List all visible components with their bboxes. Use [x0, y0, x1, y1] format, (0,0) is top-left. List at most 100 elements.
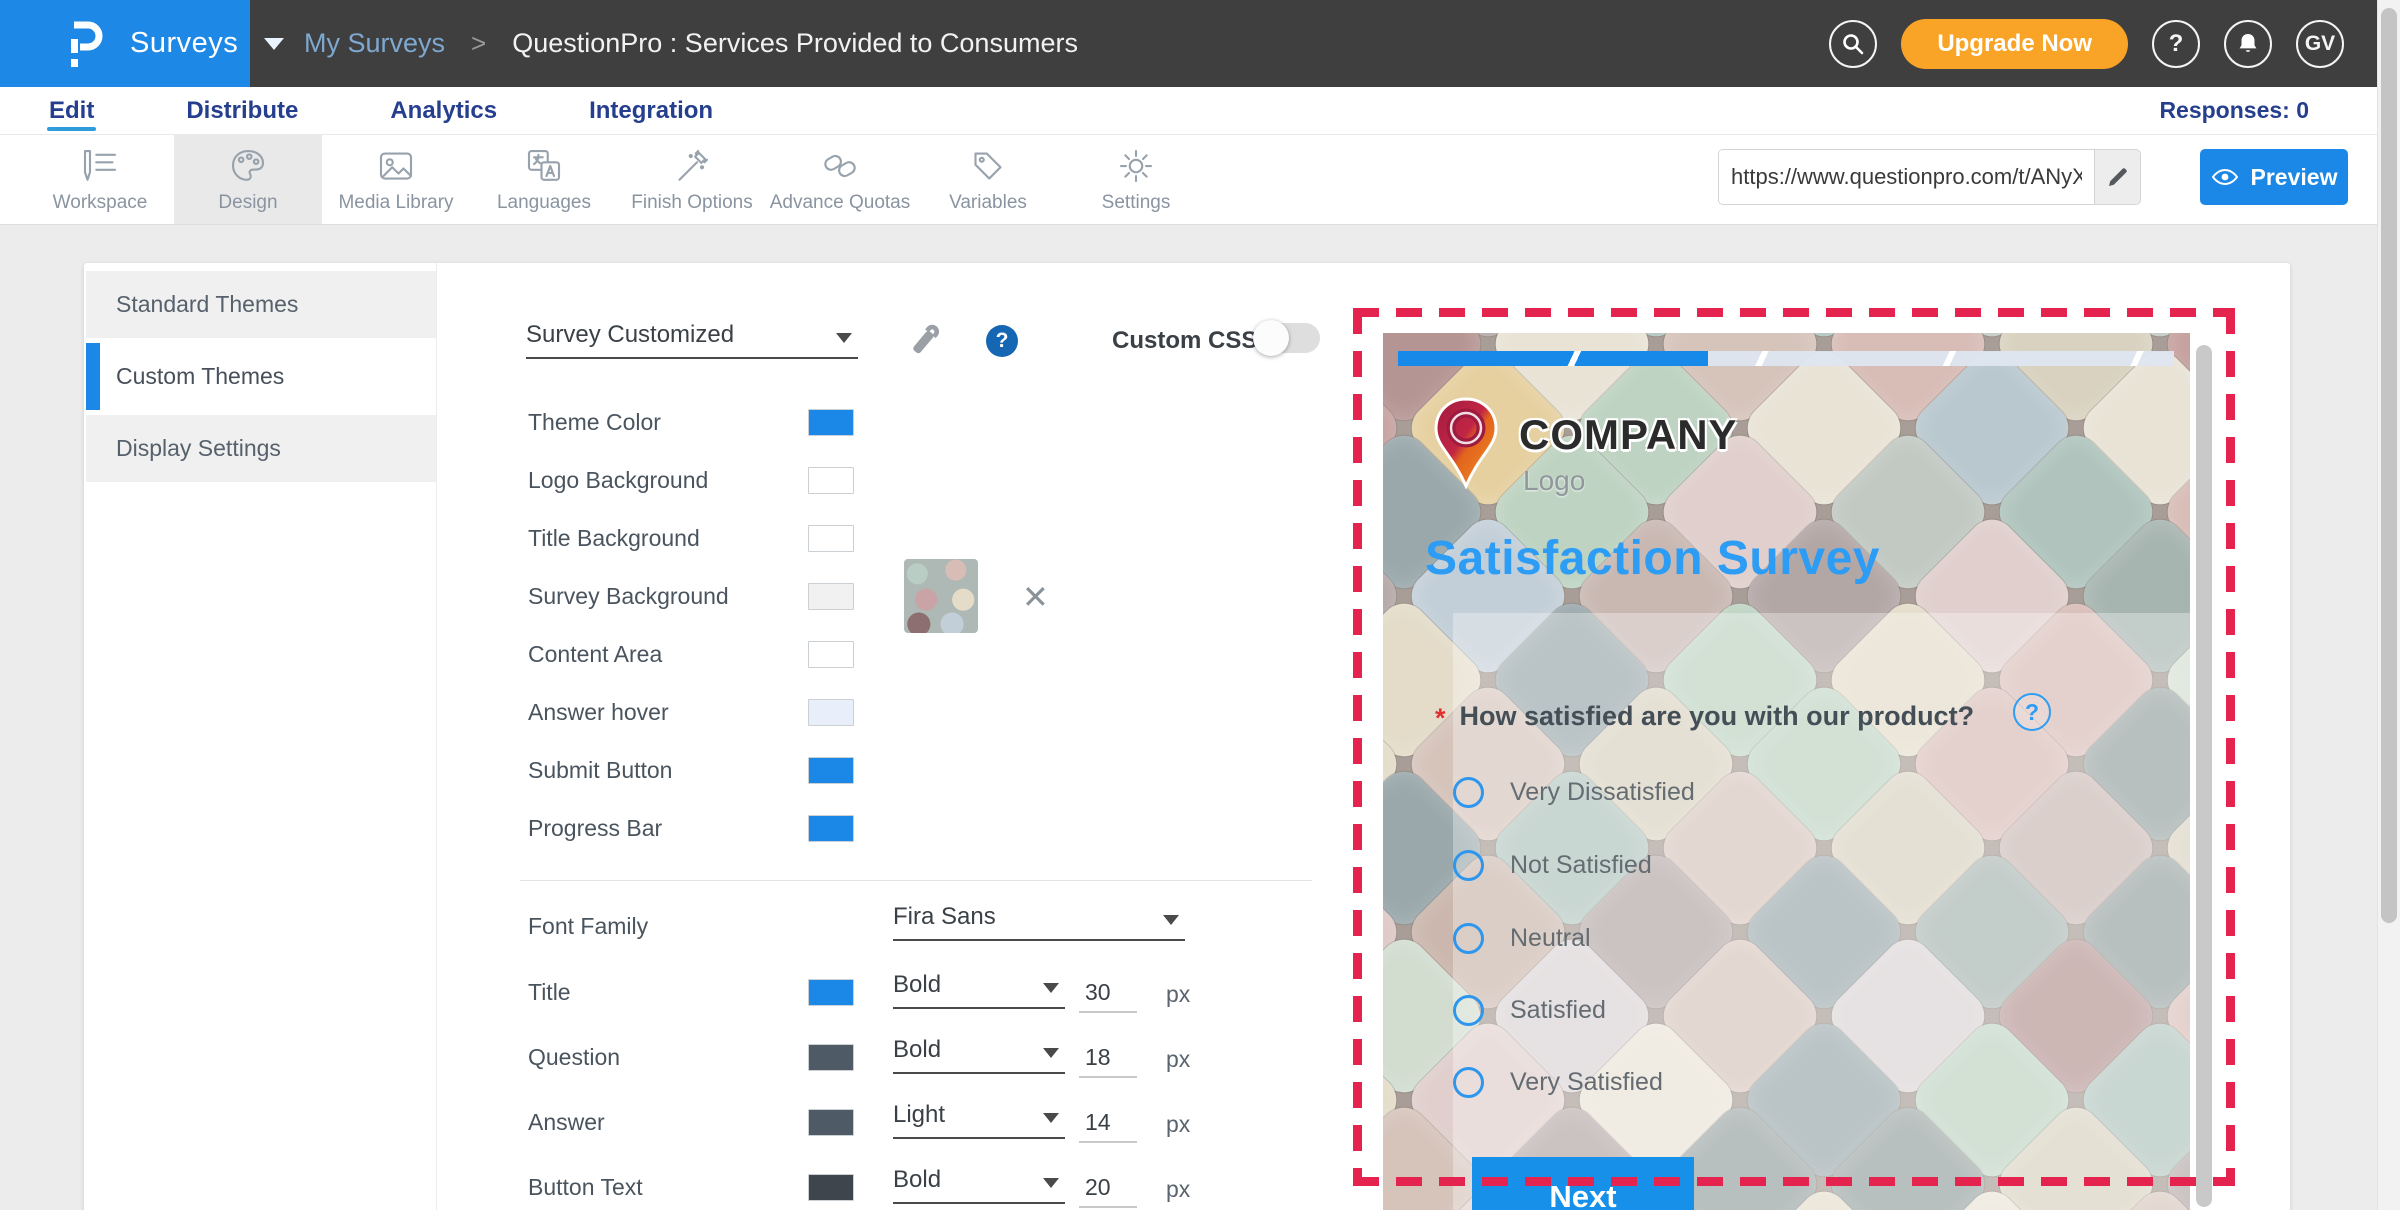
tool-finish-options[interactable]: Finish Options [618, 135, 766, 224]
font-row-title: Title Bold px [84, 963, 1324, 1028]
remove-background-image-icon[interactable]: ✕ [1022, 581, 1049, 613]
row-label: Survey Background [528, 583, 729, 610]
radio-icon[interactable] [1453, 1067, 1484, 1098]
customize-wrench-icon[interactable] [904, 315, 948, 363]
color-row-title-background: Title Background [84, 511, 1324, 569]
option-label: Satisfied [1510, 996, 1606, 1025]
eye-icon [2211, 167, 2239, 187]
tool-settings[interactable]: Settings [1062, 135, 1210, 224]
option-not-satisfied[interactable]: Not Satisfied [1453, 850, 1652, 881]
company-pin-icon [1433, 397, 1499, 489]
font-color-swatch[interactable] [808, 1174, 854, 1201]
preview-button[interactable]: Preview [2200, 149, 2348, 205]
color-swatch[interactable] [808, 699, 854, 726]
font-weight-select[interactable]: Bold [893, 965, 1065, 1009]
radio-icon[interactable] [1453, 923, 1484, 954]
color-swatch[interactable] [808, 467, 854, 494]
question-help-icon[interactable]: ? [2013, 693, 2051, 731]
font-weight-value: Bold [893, 1036, 941, 1064]
row-label: Logo Background [528, 467, 708, 494]
tool-languages[interactable]: Languages [470, 135, 618, 224]
color-swatch[interactable] [808, 583, 854, 610]
tool-label: Design [218, 192, 277, 214]
notifications-button[interactable] [2224, 20, 2272, 68]
color-row-content-area: Content Area [84, 627, 1324, 685]
survey-preview: COMPANY Logo Satisfaction Survey * How s… [1383, 333, 2190, 1210]
radio-icon[interactable] [1453, 995, 1484, 1026]
row-label: Progress Bar [528, 815, 662, 842]
panel-divider [520, 880, 1312, 881]
avatar[interactable]: GV [2296, 20, 2344, 68]
tool-variables[interactable]: Variables [914, 135, 1062, 224]
color-row-survey-background: Survey Background [84, 569, 1324, 627]
theme-help-icon[interactable]: ? [986, 325, 1018, 357]
variables-tag-icon [968, 146, 1008, 186]
brand-menu[interactable]: Surveys [0, 0, 250, 87]
page-scrollbar[interactable] [2377, 0, 2400, 1210]
font-family-select[interactable]: Fira Sans [893, 897, 1185, 941]
survey-progress-bar [1398, 351, 2174, 366]
radio-icon[interactable] [1453, 850, 1484, 881]
tool-media-library[interactable]: Media Library [322, 135, 470, 224]
custom-css-toggle[interactable] [1256, 323, 1320, 353]
font-size-input[interactable] [1079, 973, 1137, 1013]
font-weight-value: Bold [893, 1166, 941, 1194]
font-size-input[interactable] [1079, 1038, 1137, 1078]
color-row-progress-bar: Progress Bar [84, 801, 1324, 859]
tool-advance-quotas[interactable]: Advance Quotas [766, 135, 914, 224]
survey-background-image-thumbnail[interactable] [904, 559, 978, 633]
theme-select-value: Survey Customized [526, 321, 734, 349]
next-button[interactable]: Next [1472, 1157, 1694, 1210]
edit-url-button[interactable] [2094, 150, 2140, 204]
option-very-satisfied[interactable]: Very Satisfied [1453, 1067, 1663, 1098]
radio-icon[interactable] [1453, 777, 1484, 808]
font-size-unit: px [1166, 1046, 1190, 1073]
tab-analytics[interactable]: Analytics [388, 87, 499, 135]
survey-title: Satisfaction Survey [1425, 531, 1880, 586]
color-swatch[interactable] [808, 525, 854, 552]
font-weight-select[interactable]: Bold [893, 1030, 1065, 1074]
color-swatch[interactable] [808, 815, 854, 842]
tab-integration[interactable]: Integration [587, 87, 715, 135]
option-very-dissatisfied[interactable]: Very Dissatisfied [1453, 777, 1695, 808]
preview-scrollbar[interactable] [2196, 345, 2212, 1207]
sidebar-item-standard-themes[interactable]: Standard Themes [86, 271, 436, 338]
tool-label: Languages [497, 192, 591, 214]
option-label: Very Dissatisfied [1510, 778, 1695, 807]
font-size-input[interactable] [1079, 1103, 1137, 1143]
color-swatch[interactable] [808, 757, 854, 784]
responses-count[interactable]: Responses: 0 [2159, 97, 2309, 124]
row-label: Submit Button [528, 757, 672, 784]
topbar-actions: Upgrade Now ? GV [1829, 19, 2344, 69]
font-color-swatch[interactable] [808, 1044, 854, 1071]
font-size-unit: px [1166, 1111, 1190, 1138]
font-weight-select[interactable]: Light [893, 1095, 1065, 1139]
color-swatch[interactable] [808, 641, 854, 668]
row-label: Answer [528, 1109, 605, 1136]
font-weight-select[interactable]: Bold [893, 1160, 1065, 1204]
page-scrollbar-thumb[interactable] [2381, 8, 2397, 923]
color-row-logo-background: Logo Background [84, 453, 1324, 511]
tool-design[interactable]: Design [174, 135, 322, 224]
languages-icon [524, 146, 564, 186]
option-satisfied[interactable]: Satisfied [1453, 995, 1606, 1026]
option-neutral[interactable]: Neutral [1453, 923, 1591, 954]
theme-select[interactable]: Survey Customized [526, 315, 858, 359]
chevron-down-icon [1043, 983, 1059, 993]
help-button[interactable]: ? [2152, 20, 2200, 68]
search-button[interactable] [1829, 20, 1877, 68]
font-weight-value: Bold [893, 971, 941, 999]
upgrade-now-button[interactable]: Upgrade Now [1901, 19, 2128, 69]
company-logo: COMPANY Logo [1433, 397, 1738, 497]
survey-url-input[interactable] [1719, 150, 2094, 204]
tool-label: Variables [949, 192, 1027, 214]
question-text: How satisfied are you with our product? [1460, 701, 1975, 732]
font-color-swatch[interactable] [808, 979, 854, 1006]
font-color-swatch[interactable] [808, 1109, 854, 1136]
color-swatch[interactable] [808, 409, 854, 436]
tab-distribute[interactable]: Distribute [184, 87, 300, 135]
font-size-input[interactable] [1079, 1168, 1137, 1208]
breadcrumb-parent[interactable]: My Surveys [304, 28, 445, 59]
tool-workspace[interactable]: Workspace [26, 135, 174, 224]
tab-edit[interactable]: Edit [47, 87, 96, 135]
